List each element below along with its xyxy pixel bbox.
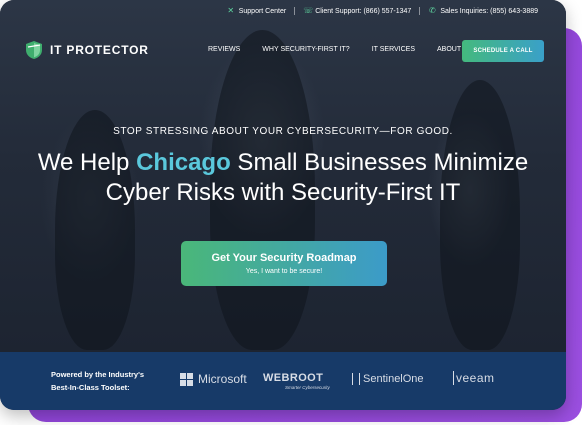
logo-wordmark: IT PROTECTOR: [50, 43, 149, 57]
microsoft-logo: Microsoft: [180, 372, 247, 386]
shield-logo-icon: [26, 41, 42, 59]
hero-figure-left: [55, 110, 135, 350]
security-roadmap-button[interactable]: Get Your Security Roadmap Yes, I want to…: [181, 241, 387, 286]
microsoft-grid-icon: [180, 372, 193, 386]
phone-icon: ✆: [428, 6, 436, 15]
nav-item-why-security-first[interactable]: WHY SECURITY-FIRST IT?: [262, 46, 349, 53]
main-navigation: REVIEWS WHY SECURITY-FIRST IT? IT SERVIC…: [208, 46, 483, 53]
client-support-link[interactable]: ☏ Client Support: (866) 557-1347: [294, 7, 419, 15]
sentinelone-logo: SentinelOne: [352, 373, 424, 385]
hero-figure-right: [440, 80, 520, 350]
hero-headline: We Help Chicago Small Businesses Minimiz…: [37, 149, 529, 206]
nav-item-reviews[interactable]: REVIEWS: [208, 46, 240, 53]
headset-icon: ☏: [303, 6, 314, 15]
hero-eyebrow: STOP STRESSING ABOUT YOUR CYBERSECURITY—…: [113, 126, 453, 137]
sentinelone-icon: [352, 373, 360, 385]
veeam-logo: veeam: [453, 371, 495, 385]
support-center-link[interactable]: ✕ Support Center: [219, 7, 294, 15]
partners-intro: Powered by the Industry's Best-In-Class …: [51, 370, 145, 392]
webroot-logo: WEBROOT Smarter Cybersecurity: [263, 372, 330, 390]
tools-icon: ✕: [227, 6, 235, 15]
sales-inquiries-link[interactable]: ✆ Sales Inquiries: (855) 643-3889: [419, 7, 546, 15]
schedule-call-button[interactable]: SCHEDULE A CALL: [462, 40, 544, 62]
website-screenshot-frame: ✕ Support Center ☏ Client Support: (866)…: [0, 0, 566, 410]
utility-bar: ✕ Support Center ☏ Client Support: (866)…: [219, 3, 546, 19]
nav-item-about[interactable]: ABOUT: [437, 46, 461, 53]
headline-city-highlight: Chicago: [136, 149, 231, 176]
site-logo[interactable]: IT PROTECTOR: [24, 40, 149, 60]
nav-item-it-services[interactable]: IT SERVICES: [372, 46, 415, 53]
